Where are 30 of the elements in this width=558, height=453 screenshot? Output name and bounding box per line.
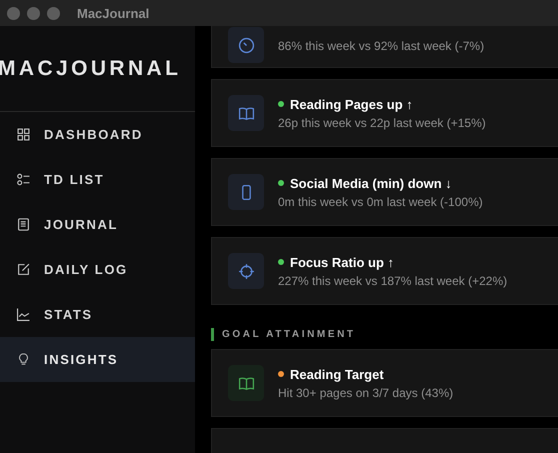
window-button[interactable] <box>7 6 20 20</box>
nav-item[interactable]: STATS <box>0 292 195 337</box>
card-title: Reading Pages up ↑ <box>290 96 413 112</box>
card-title: Focus Ratio up ↑ <box>290 254 394 270</box>
grid-icon <box>17 128 30 141</box>
nav-item[interactable]: TD LIST <box>0 157 195 202</box>
nav-item[interactable]: DAILY LOG <box>0 247 195 292</box>
gauge-icon <box>238 36 254 54</box>
list-icon <box>17 173 30 186</box>
lightbulb-icon <box>17 353 30 366</box>
nav-item[interactable]: JOURNAL <box>0 202 195 247</box>
edit-icon <box>17 263 30 276</box>
chart-icon <box>17 308 30 321</box>
card-description: 0m this week vs 0m last week (-100%) <box>278 194 483 208</box>
window-title: MacJournal <box>77 6 150 20</box>
crosshair-icon <box>238 262 254 280</box>
card-description: 227% this week vs 187% last week (+22%) <box>278 274 508 288</box>
window-button[interactable] <box>47 6 60 20</box>
card-description: 86% this week vs 92% last week (-7%) <box>278 39 484 53</box>
card-title: Reading Target <box>290 366 384 382</box>
window-button[interactable] <box>27 6 40 20</box>
book-icon <box>238 104 254 122</box>
book-icon <box>238 374 254 392</box>
card-description: Hit 30+ pages on 3/7 days (43%) <box>278 386 454 400</box>
notebook-icon <box>17 218 30 231</box>
section-heading: GOAL ATTAINMENT <box>222 329 356 340</box>
card-description: 26p this week vs 22p last week (+15%) <box>278 116 486 130</box>
card-title: Social Media (min) down ↓ <box>290 176 452 190</box>
nav-item[interactable]: DASHBOARD <box>0 112 195 157</box>
nav-item[interactable]: INSIGHTS <box>0 337 195 382</box>
